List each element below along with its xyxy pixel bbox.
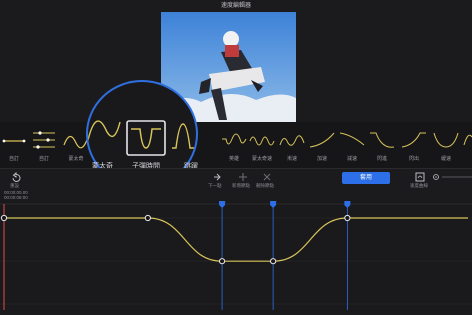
- preset-flash-out[interactable]: [400, 125, 432, 159]
- add-node-icon[interactable]: [238, 172, 248, 182]
- curve-partial-icon: [463, 134, 472, 146]
- keyframe-marker-pin[interactable]: [219, 201, 226, 208]
- delete-node-icon[interactable]: [262, 172, 272, 182]
- curve-slider-icon: [33, 131, 55, 149]
- curve-node[interactable]: [144, 214, 151, 222]
- zoom-slider[interactable]: [432, 172, 472, 182]
- preset-custom[interactable]: [0, 125, 32, 159]
- preset-accel[interactable]: [308, 125, 340, 159]
- preset-decel[interactable]: [338, 125, 370, 159]
- reset-label[interactable]: 重設: [10, 183, 19, 189]
- curve-flash-out-icon: [401, 132, 426, 148]
- curve-multiwave-icon: [249, 136, 275, 146]
- curve-ramp-icon: [279, 135, 305, 146]
- curve-node[interactable]: [270, 258, 277, 265]
- curve-node[interactable]: [344, 214, 351, 222]
- preset-flash-in[interactable]: [368, 125, 400, 159]
- speed-curve-label[interactable]: 速度曲線: [410, 183, 428, 189]
- curve-ease-icon: [433, 132, 459, 148]
- curve-node[interactable]: [218, 258, 226, 265]
- delete-node-label[interactable]: 刪除節點: [256, 183, 274, 189]
- preset-label: 緩速: [440, 156, 451, 162]
- preset-slider[interactable]: [30, 125, 62, 159]
- preset-ramp[interactable]: [278, 125, 310, 159]
- curve-custom-icon: [2, 139, 26, 143]
- next-point-label[interactable]: 下一點: [208, 183, 222, 189]
- next-point-icon[interactable]: [212, 172, 222, 182]
- curve-canvas[interactable]: [0, 200, 472, 310]
- curve-node[interactable]: [0, 214, 8, 222]
- preset-montage-speed[interactable]: [248, 125, 280, 159]
- speed-curve-icon[interactable]: [415, 172, 425, 182]
- preset-partial[interactable]: [462, 125, 472, 159]
- speed-curve-graph[interactable]: [0, 200, 472, 310]
- speed-curve[interactable]: [4, 217, 468, 262]
- curve-hero-icon: [222, 133, 247, 145]
- preset-ease[interactable]: [432, 125, 464, 159]
- add-node-label[interactable]: 新增節點: [232, 183, 250, 189]
- keyframe-marker-pin[interactable]: [270, 201, 277, 208]
- curve-flash-in-icon: [370, 132, 395, 148]
- curve-decel-icon: [339, 132, 365, 146]
- curve-accel-icon: [309, 132, 335, 148]
- apply-button[interactable]: 套用: [342, 172, 390, 184]
- window-title: 速度編輯器: [220, 3, 251, 9]
- keyframe-marker-pin[interactable]: [344, 201, 351, 208]
